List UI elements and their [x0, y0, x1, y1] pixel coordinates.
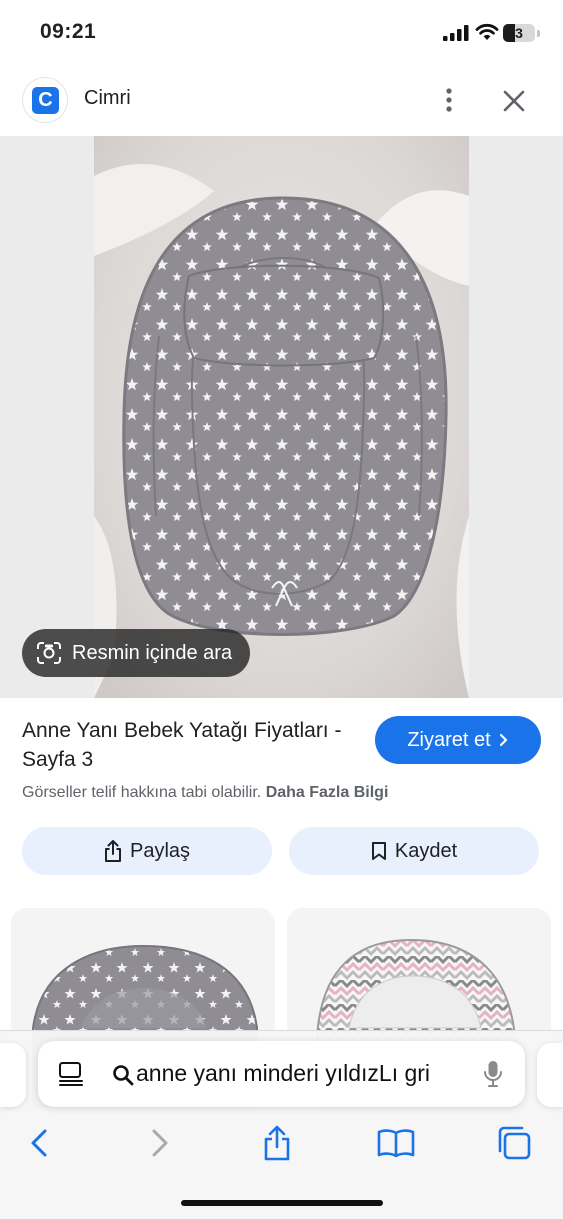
search-icon [113, 1065, 134, 1086]
battery-level: 3 [515, 25, 523, 41]
result-title[interactable]: Anne Yanı Bebek Yatağı Fiyatları - Sayfa… [22, 716, 342, 774]
close-icon[interactable] [500, 87, 528, 115]
visit-button-label: Ziyaret et [407, 728, 491, 751]
book-icon [377, 1129, 415, 1158]
source-header: C Cimri [0, 70, 563, 134]
forward-button[interactable] [138, 1121, 182, 1165]
share-page-button[interactable] [255, 1121, 299, 1165]
status-time: 09:21 [40, 20, 97, 43]
back-chevron-icon [31, 1129, 47, 1157]
page-menu-icon[interactable] [58, 1061, 84, 1087]
browser-toolbar: anne yanı minderi yıldızLı gri [0, 1030, 563, 1219]
lens-camera-icon [37, 642, 61, 664]
search-inside-image-label: Resmin içinde ara [72, 641, 233, 664]
search-inside-image-button[interactable]: Resmin içinde ara [22, 629, 251, 677]
chevron-right-icon [499, 733, 507, 747]
home-indicator[interactable] [181, 1200, 383, 1206]
bookmarks-button[interactable] [374, 1121, 418, 1165]
address-text[interactable]: anne yanı minderi yıldızLı gri [136, 1060, 466, 1087]
share-button[interactable]: Paylaş [22, 827, 272, 875]
previous-tab-peek[interactable] [0, 1043, 26, 1107]
address-bar[interactable]: anne yanı minderi yıldızLı gri [38, 1041, 525, 1107]
more-info-link[interactable]: Daha Fazla Bilgi [266, 784, 389, 801]
more-options-icon[interactable] [436, 86, 462, 114]
wifi-icon [475, 23, 499, 40]
tabs-icon [498, 1126, 531, 1160]
copyright-text: Görseller telif hakkına tabi olabilir. [22, 784, 262, 801]
image-preview[interactable] [0, 136, 563, 698]
share-icon [264, 1125, 290, 1161]
bookmark-icon [371, 842, 386, 860]
microphone-icon[interactable] [482, 1059, 504, 1089]
battery-tip [537, 30, 540, 37]
copyright-notice: Görseller telif hakkına tabi olabilir. D… [22, 784, 388, 802]
status-bar: 09:21 3 [0, 0, 563, 66]
cellular-signal-icon [443, 25, 469, 41]
battery-icon: 3 [503, 24, 535, 42]
site-favicon[interactable]: C [23, 78, 67, 122]
forward-chevron-icon [152, 1129, 168, 1157]
tabs-button[interactable] [492, 1121, 536, 1165]
share-icon [104, 840, 121, 862]
site-logo-letter: C [32, 87, 59, 114]
share-label: Paylaş [129, 839, 191, 862]
save-label: Kaydet [394, 839, 458, 862]
save-button[interactable]: Kaydet [289, 827, 539, 875]
next-tab-peek[interactable] [537, 1043, 563, 1107]
visit-button[interactable]: Ziyaret et [375, 716, 541, 764]
back-button[interactable] [17, 1121, 61, 1165]
baby-nest-photo [94, 136, 469, 698]
site-name[interactable]: Cimri [84, 87, 131, 110]
